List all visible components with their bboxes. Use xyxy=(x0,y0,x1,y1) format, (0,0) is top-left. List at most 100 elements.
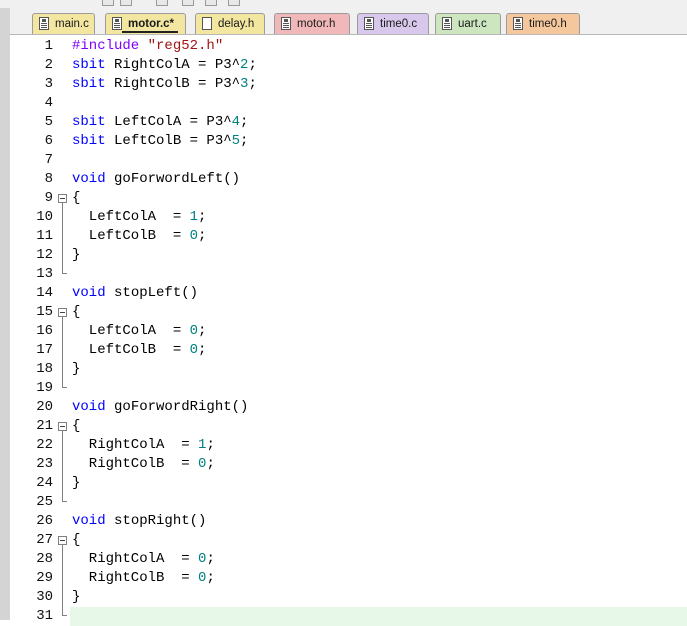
source-file-icon xyxy=(39,17,49,30)
code-line[interactable]: } xyxy=(72,588,80,607)
code-line[interactable]: RightColA = 0; xyxy=(72,550,215,569)
code-token: void xyxy=(72,513,106,529)
tab-time0-h[interactable]: time0.h xyxy=(506,13,580,34)
code-line[interactable]: LeftColB = 0; xyxy=(72,341,207,360)
tabbar-edge xyxy=(0,8,10,35)
toolbar-icon[interactable] xyxy=(156,0,168,6)
code-token: { xyxy=(72,418,81,434)
toolbar-icon[interactable] xyxy=(228,0,240,6)
code-line[interactable]: void goForwordRight() xyxy=(72,398,248,417)
code-line[interactable]: void stopRight() xyxy=(72,512,206,531)
line-number: 2 xyxy=(44,57,53,73)
fold-toggle-icon[interactable] xyxy=(58,422,67,431)
code-token: 0 xyxy=(189,342,199,358)
code-token: ; xyxy=(240,133,249,149)
line-number: 19 xyxy=(36,380,53,396)
toolbar-icon[interactable] xyxy=(205,0,217,6)
code-line[interactable]: { xyxy=(72,303,80,322)
code-line[interactable]: } xyxy=(72,474,80,493)
code-token: } xyxy=(72,361,81,377)
code-token: sbit xyxy=(72,57,106,73)
code-line[interactable]: sbit RightColA = P3^2; xyxy=(72,56,257,75)
code-token: sbit xyxy=(72,133,106,149)
line-number: 14 xyxy=(36,285,53,301)
line-number: 17 xyxy=(36,342,53,358)
code-token: ; xyxy=(248,76,257,92)
header-file-icon xyxy=(281,17,291,30)
line-number: 24 xyxy=(36,475,53,491)
code-line[interactable]: { xyxy=(72,531,80,550)
code-token: } xyxy=(72,589,81,605)
line-number: 28 xyxy=(36,551,53,567)
code-token: ; xyxy=(198,342,207,358)
code-token: ; xyxy=(206,551,215,567)
tab-label: time0.c xyxy=(380,18,418,30)
line-number: 21 xyxy=(36,418,53,434)
tab-label: uart.c xyxy=(458,18,487,30)
code-line[interactable]: LeftColA = 0; xyxy=(72,322,207,341)
tab-delay-h[interactable]: delay.h xyxy=(195,13,265,34)
code-line[interactable]: #include "reg52.h" xyxy=(72,37,223,56)
code-line[interactable]: sbit LeftColB = P3^5; xyxy=(72,132,248,151)
code-line[interactable]: RightColB = 0; xyxy=(72,455,215,474)
code-line[interactable]: sbit RightColB = P3^3; xyxy=(72,75,257,94)
code-line[interactable]: sbit LeftColA = P3^4; xyxy=(72,113,248,132)
fold-end-marker xyxy=(62,615,67,616)
code-token: "reg52.h" xyxy=(147,38,224,54)
code-token: ; xyxy=(248,57,257,73)
code-line[interactable]: RightColA = 1; xyxy=(72,436,215,455)
code-line[interactable]: { xyxy=(72,189,80,208)
code-line[interactable]: void goForwordLeft() xyxy=(72,170,240,189)
code-token: LeftColA = xyxy=(72,323,190,339)
code-token: LeftColA = P3^ xyxy=(105,114,232,130)
tab-motor-c[interactable]: motor.c* xyxy=(105,13,186,34)
code-line[interactable]: LeftColA = 1; xyxy=(72,208,207,227)
code-line[interactable]: RightColB = 0; xyxy=(72,569,215,588)
code-token: sbit xyxy=(72,114,106,130)
code-line[interactable]: void stopLeft() xyxy=(72,284,198,303)
header-file-icon xyxy=(513,17,523,30)
code-line[interactable]: { xyxy=(72,417,80,436)
code-line[interactable]: } xyxy=(72,246,80,265)
code-token: stopRight() xyxy=(105,513,207,529)
toolbar-icon[interactable] xyxy=(182,0,194,6)
fold-guide-line xyxy=(62,203,63,274)
code-token: RightColA = P3^ xyxy=(105,57,241,73)
code-token: ; xyxy=(206,437,215,453)
tab-time0-c[interactable]: time0.c xyxy=(357,13,429,34)
line-number: 4 xyxy=(44,95,53,111)
fold-guide-line xyxy=(62,431,63,502)
tab-label: time0.h xyxy=(529,18,567,30)
code-token: #include xyxy=(72,38,140,54)
code-editor[interactable]: 1 2 3 4 5 6 7 8 9 10 11 12 13 14 15 16 17 18 19 20 21 22 23 24 2… xyxy=(0,35,687,626)
fold-guide-line xyxy=(62,317,63,388)
fold-guide-line xyxy=(62,545,63,616)
line-number: 10 xyxy=(36,209,53,225)
fold-toggle-icon[interactable] xyxy=(58,308,67,317)
code-line[interactable]: } xyxy=(72,360,80,379)
code-token: 0 xyxy=(189,323,199,339)
toolbar-icon[interactable] xyxy=(120,0,132,6)
toolbar-icon[interactable] xyxy=(102,0,114,6)
code-token: RightColB = xyxy=(72,456,199,472)
header-file-icon xyxy=(202,17,212,30)
fold-toggle-icon[interactable] xyxy=(58,536,67,545)
code-token: { xyxy=(72,190,81,206)
code-token: { xyxy=(72,532,81,548)
fold-toggle-icon[interactable] xyxy=(58,194,67,203)
code-token: ; xyxy=(198,323,207,339)
fold-end-marker xyxy=(62,501,67,502)
line-number: 7 xyxy=(44,152,53,168)
code-token: ; xyxy=(206,456,215,472)
line-number: 9 xyxy=(44,190,53,206)
tab-motor-h[interactable]: motor.h xyxy=(274,13,350,34)
tab-uart-c[interactable]: uart.c xyxy=(435,13,501,34)
selection-margin[interactable] xyxy=(0,35,10,620)
tab-main-c[interactable]: main.c xyxy=(32,13,95,34)
code-token: 0 xyxy=(189,228,199,244)
code-token: } xyxy=(72,475,81,491)
code-line[interactable]: LeftColB = 0; xyxy=(72,227,207,246)
code-token: LeftColB = xyxy=(72,342,190,358)
toolbar-strip xyxy=(0,0,687,8)
line-number: 6 xyxy=(44,133,53,149)
